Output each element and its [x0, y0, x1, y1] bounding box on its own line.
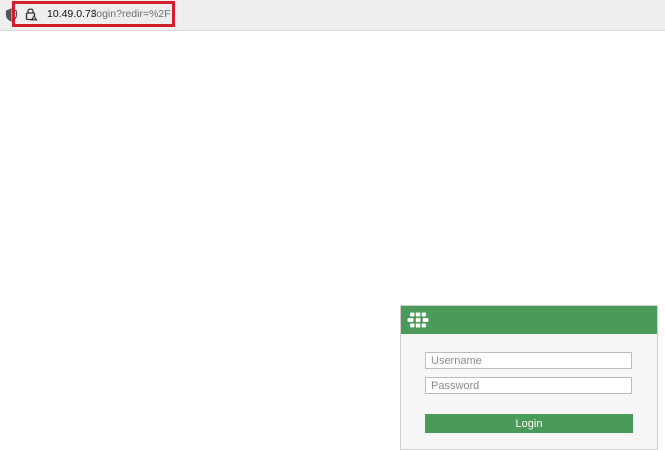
url-path[interactable]: /login?redir=%2F — [91, 8, 171, 20]
username-field[interactable] — [425, 352, 632, 369]
login-panel: Login — [400, 305, 658, 450]
address-bar[interactable]: 10.49.0.73 /login?redir=%2F — [0, 0, 665, 31]
url-host[interactable]: 10.49.0.73 — [47, 8, 97, 20]
password-field[interactable] — [425, 377, 632, 394]
login-header — [401, 306, 657, 334]
login-button[interactable]: Login — [425, 414, 633, 433]
fortinet-logo-icon — [407, 312, 429, 328]
lock-icon[interactable] — [25, 7, 38, 21]
